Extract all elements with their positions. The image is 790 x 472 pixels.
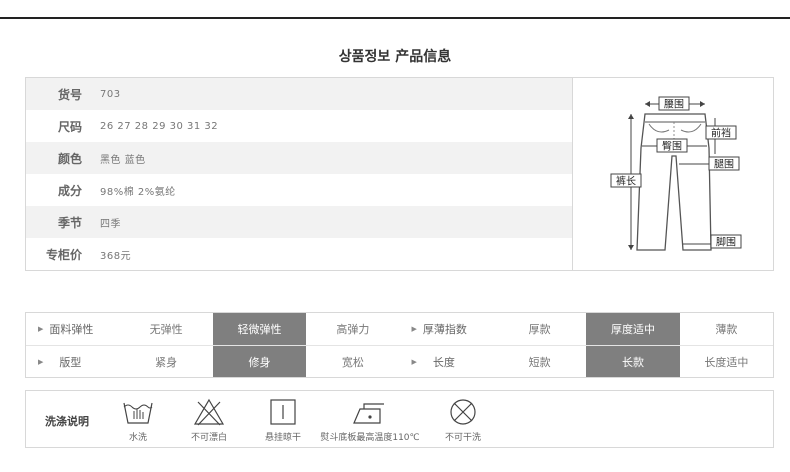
attr-option: 高弹力 (336, 323, 370, 336)
iron-icon (353, 403, 384, 424)
triangle-icon: ▶ (38, 325, 44, 333)
spec-value: 368元 (100, 250, 132, 262)
diagram-label-hem: 脚围 (716, 236, 736, 249)
spec-value: 703 (100, 88, 121, 100)
hang-dry-icon (270, 399, 296, 425)
attr-option: 无弹性 (149, 323, 183, 336)
spec-row-sku: 货号 703 (26, 78, 572, 110)
top-divider (0, 17, 790, 19)
spec-label: 尺码 (57, 119, 82, 134)
attr-head-label: 厚薄指数 (422, 323, 467, 336)
attribute-row-fit: ▶ 版型 紧身 修身 宽松 ▶ 长度 短款 长款 长度适中 (26, 345, 773, 377)
diagram-label-hip: 臀围 (662, 141, 682, 153)
wash-caption: 熨斗底板最高温度110℃ (320, 433, 420, 443)
washing-instructions: 洗涤说明 水洗 不可漂白 悬挂晾干 熨斗底板最高温度110℃ 不可干洗 (25, 390, 774, 448)
spec-label: 颜色 (57, 151, 82, 166)
attr-option: 紧身 (155, 355, 178, 369)
wash-title: 洗涤说明 (45, 415, 89, 428)
diagram-label-waist: 腰围 (664, 99, 684, 111)
triangle-icon: ▶ (38, 357, 44, 366)
wash-item-iron: 熨斗底板最高温度110℃ (318, 397, 422, 443)
spec-label: 成分 (57, 183, 82, 198)
hand-wash-icon (123, 402, 153, 424)
attr-head-fit: ▶ 版型 (26, 346, 119, 377)
attr-option: 宽松 (341, 355, 364, 369)
attribute-grid: ▶ 面料弹性 无弹性 轻微弹性 高弹力 ▶ 厚薄指数 厚款 厚度适中 薄款 ▶ 版型 … (25, 312, 774, 378)
diagram-label-thigh: 腿围 (714, 159, 734, 171)
title-sub: 产品信息 (395, 49, 452, 65)
attr-option: 薄款 (715, 323, 738, 336)
attribute-row-elasticity: ▶ 面料弹性 无弹性 轻微弹性 高弹力 ▶ 厚薄指数 厚款 厚度适中 薄款 (26, 313, 773, 345)
wash-caption: 不可干洗 (444, 433, 481, 443)
spec-row-material: 成分 98%棉 2%氨纶 (26, 174, 572, 206)
title-main: 상품정보 (338, 49, 391, 65)
wash-caption: 水洗 (128, 433, 147, 443)
spec-row-price: 专柜价 368元 (26, 238, 572, 270)
attr-option-selected: 修身 (212, 346, 307, 377)
no-bleach-icon (193, 398, 225, 426)
pants-measurement-diagram: 腰围 臀围 前裆 腿围 裤长 脚围 (572, 78, 773, 270)
attr-head-label: 面料弹性 (49, 323, 94, 336)
wash-caption: 不可漂白 (190, 433, 227, 443)
attr-head-label: 长度 (432, 355, 455, 369)
wash-caption: 悬挂晾干 (264, 433, 301, 443)
attr-head-label: 版型 (59, 355, 82, 369)
spec-label: 专柜价 (45, 247, 82, 262)
spec-rows: 货号 703 尺码 26 27 28 29 30 31 32 颜色 黑色 蓝色 … (26, 78, 572, 270)
wash-item-hand-wash: 水洗 (116, 397, 160, 443)
triangle-icon: ▶ (411, 357, 417, 366)
page-title: 상품정보 产品信息 (0, 46, 790, 66)
attr-option: 长度适中 (704, 355, 749, 369)
spec-value: 四季 (100, 218, 121, 230)
triangle-icon: ▶ (411, 325, 417, 333)
spec-row-color: 颜色 黑色 蓝色 (26, 142, 572, 174)
spec-row-size: 尺码 26 27 28 29 30 31 32 (26, 110, 572, 142)
attr-option-selected: 轻微弹性 (212, 313, 307, 345)
spec-value: 黑色 蓝色 (100, 154, 146, 166)
diagram-label-front-rise: 前裆 (711, 127, 731, 140)
spec-row-season: 季节 四季 (26, 206, 572, 238)
wash-item-no-bleach: 不可漂白 (184, 397, 234, 443)
spec-value: 26 27 28 29 30 31 32 (100, 120, 219, 132)
wash-item-no-dry-clean: 不可干洗 (438, 397, 488, 443)
attr-option-selected: 长款 (586, 346, 680, 377)
wash-item-hang-dry: 悬挂晾干 (258, 397, 308, 443)
attr-head-elasticity: ▶ 面料弹性 (26, 313, 119, 345)
attr-option-selected: 厚度适中 (586, 313, 680, 345)
diagram-label-length: 裤长 (616, 175, 636, 188)
spec-table: 货号 703 尺码 26 27 28 29 30 31 32 颜色 黑色 蓝色 … (25, 77, 774, 271)
spec-label: 季节 (57, 215, 82, 230)
attr-option: 厚款 (528, 323, 551, 336)
spec-label: 货号 (57, 87, 82, 102)
spec-value: 98%棉 2%氨纶 (100, 186, 176, 198)
attr-head-thickness: ▶ 厚薄指数 (400, 313, 493, 345)
pants-icon: 腰围 臀围 前裆 腿围 裤长 脚围 (610, 96, 742, 251)
attr-head-length: ▶ 长度 (400, 346, 493, 377)
no-dry-clean-icon (450, 399, 476, 425)
attr-option: 短款 (528, 355, 551, 369)
